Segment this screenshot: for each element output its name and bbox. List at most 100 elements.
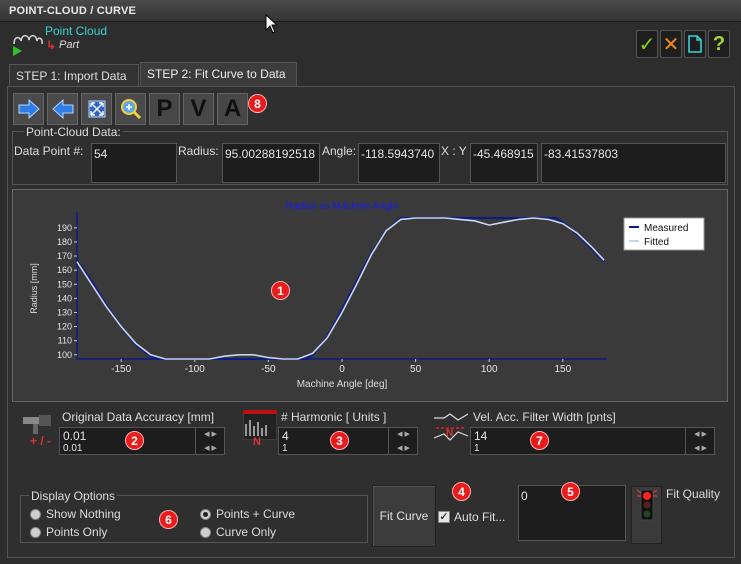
traffic-light-icon [636,489,657,521]
harmonic-label: # Harmonic [ Units ] [281,410,387,424]
curve-only-label: Curve Only [216,525,277,539]
check-icon: ✓ [638,33,656,56]
cursor-icon [265,13,279,37]
harmonic-icon-text: N [253,436,261,448]
zoom-in-button[interactable] [115,93,146,125]
zoom-extents-button[interactable] [81,93,112,125]
badge-3: 3 [330,431,349,450]
document-icon [688,35,702,53]
y-axis-label: Radius [mm] [29,263,39,314]
badge-2: 2 [125,431,144,450]
x-tick-label: 150 [554,364,571,375]
zoom-in-icon [120,99,141,120]
x-tick-label: 0 [339,364,345,375]
radio-curve-only[interactable] [200,526,211,538]
points-curve-label: Points + Curve [216,507,296,521]
display-options-label: Display Options [29,489,118,503]
x-field[interactable]: -45.468915 [470,143,538,183]
radius-label: Radius: [178,144,219,158]
y-field[interactable]: -83.41537803 [541,143,726,183]
auto-fit-label: Auto Fit... [454,510,506,524]
x-axis-label: Machine Angle [deg] [297,379,388,390]
arrow-right-icon [18,98,40,120]
help-icon: ? [712,32,726,55]
radio-show-nothing[interactable] [30,508,41,520]
accuracy-label: Original Data Accuracy [mm] [62,410,215,424]
new-document-button[interactable] [684,30,706,58]
chart-title: Radius vs Machine Angle [286,201,399,212]
previous-button[interactable] [47,93,78,125]
velocity-button[interactable]: V [183,93,214,125]
badge-5: 5 [561,482,580,501]
filter-label: Vel. Acc. Filter Width [pnts] [473,410,616,424]
points-only-label: Points Only [46,525,108,539]
y-tick-label: 190 [57,223,72,233]
xy-label: X : Y [441,144,467,158]
fit-curve-button[interactable]: Fit Curve [372,485,436,547]
next-button[interactable] [13,93,44,125]
y-tick-label: 140 [57,293,72,303]
badge-7: 7 [530,431,549,450]
arrow-left-icon [51,98,73,120]
badge-4: 4 [452,482,471,501]
legend-label: Measured [644,223,688,234]
data-point-label: Data Point #: [14,144,84,158]
radio-points-only[interactable] [30,526,41,538]
angle-label: Angle: [322,144,357,158]
y-tick-label: 150 [57,279,72,289]
x-tick-label: -50 [261,364,276,375]
point-cloud-icon [11,30,45,59]
window-title: POINT-CLOUD / CURVE [0,0,741,22]
fit-quality-indicator [631,486,662,544]
filter-sub-value: 1 [474,443,480,454]
angle-field[interactable]: -118.5943740 [358,143,440,183]
x-tick-label: 50 [410,364,422,375]
radius-chart: Radius vs Machine Angle10011012013014015… [29,201,705,390]
auto-fit-option[interactable]: ✓ Auto Fit... [438,510,505,524]
chart-panel[interactable]: Radius vs Machine Angle 100 110 120 130 140 15… [12,189,728,402]
x-tick-label: -100 [185,364,205,375]
accuracy-icon-text: + / - [30,434,52,448]
fit-quality-label: Fit Quality [666,487,721,501]
position-button[interactable]: P [149,93,180,125]
ok-button[interactable]: ✓ [636,30,658,58]
filter-icon-text: N [446,428,454,439]
y-tick-label: 180 [57,237,72,247]
harmonic-stepper[interactable]: ◀ ▶ ◀ ▶ [388,427,418,455]
auto-fit-checkbox[interactable]: ✓ [438,511,450,523]
y-tick-label: 170 [57,251,72,261]
radius-field[interactable]: 95.00288192518 [222,143,320,183]
radio-points-curve[interactable] [200,508,211,520]
cancel-button[interactable]: ✕ [660,30,682,58]
badge-1: 1 [271,281,290,300]
part-icon: ↳ [46,38,57,52]
filter-field[interactable]: 14 1 [470,427,715,455]
y-tick-label: 100 [57,350,72,360]
y-tick-label: 110 [58,336,72,346]
x-tick-label: 100 [481,364,498,375]
header-sub-label: Part [59,39,80,51]
tab-import-data[interactable]: STEP 1: Import Data [9,64,139,86]
option-points-only[interactable]: Points Only [30,525,107,539]
y-tick-label: 120 [57,322,72,332]
y-tick-label: 130 [57,307,72,317]
accuracy-stepper[interactable]: ◀ ▶ ◀ ▶ [195,427,225,455]
badge-6: 6 [159,510,178,529]
option-curve-only[interactable]: Curve Only [200,525,276,539]
series-line-measured [76,217,605,360]
filter-value: 14 [474,429,488,443]
filter-stepper[interactable]: ◀ ▶ ◀ ▶ [685,427,715,455]
y-tick-label: 160 [57,265,72,275]
zoom-extents-icon [88,100,105,118]
option-show-nothing[interactable]: Show Nothing [30,507,121,521]
option-points-curve[interactable]: Points + Curve [200,507,295,521]
data-point-field[interactable]: 54 [91,143,177,183]
show-nothing-label: Show Nothing [46,507,121,521]
acceleration-button[interactable]: A [217,93,248,125]
tab-fit-curve[interactable]: STEP 2: Fit Curve to Data [140,62,297,86]
help-button[interactable]: ? [708,30,730,58]
point-cloud-group-label: Point-Cloud Data: [24,125,123,139]
close-icon: ✕ [662,33,680,56]
x-tick-label: -150 [111,364,131,375]
badge-8: 8 [248,94,267,113]
